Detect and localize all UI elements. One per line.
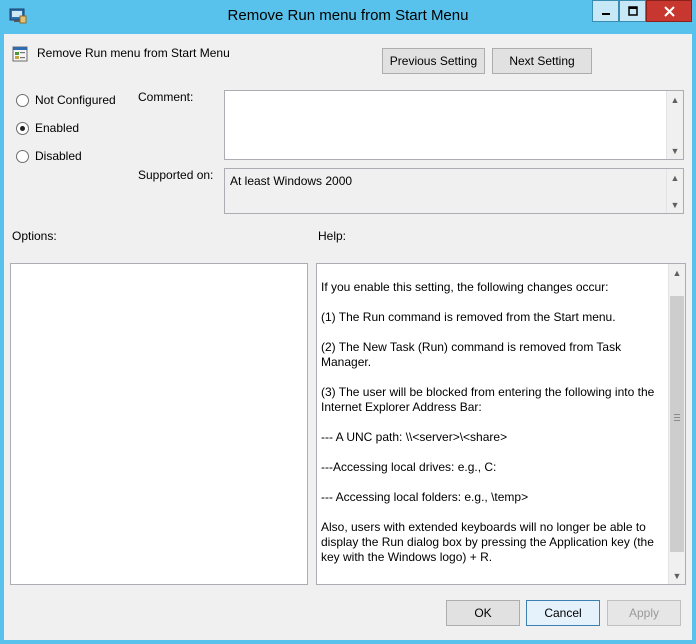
cancel-button[interactable]: Cancel: [526, 600, 600, 626]
options-label: Options:: [12, 229, 57, 243]
close-button[interactable]: [646, 0, 692, 22]
maximize-button[interactable]: [619, 0, 646, 22]
options-panel: [10, 263, 308, 585]
help-paragraph: (3) The user will be blocked from enteri…: [321, 385, 655, 414]
minimize-button[interactable]: [592, 0, 619, 22]
previous-setting-button[interactable]: Previous Setting: [382, 48, 485, 74]
setting-icon: [12, 46, 28, 62]
help-scrollbar[interactable]: ▲ ▼: [668, 264, 685, 584]
scroll-thumb[interactable]: [670, 296, 684, 552]
help-paragraph: If you enable this setting, the followin…: [321, 280, 609, 294]
radio-label: Disabled: [35, 149, 82, 163]
scroll-down-icon[interactable]: ▼: [667, 142, 683, 159]
help-label: Help:: [318, 229, 347, 243]
apply-button[interactable]: Apply: [607, 600, 681, 626]
help-text: If you enable this setting, the followin…: [321, 280, 661, 580]
help-panel: If you enable this setting, the followin…: [316, 263, 686, 585]
close-icon: [663, 5, 675, 17]
supported-scrollbar[interactable]: ▲ ▼: [666, 169, 683, 213]
help-paragraph: (2) The New Task (Run) command is remove…: [321, 340, 622, 369]
comment-scrollbar[interactable]: ▲ ▼: [666, 91, 683, 159]
radio-enabled[interactable]: Enabled: [16, 121, 79, 135]
dialog-window: Remove Run menu from Start Menu Remove R…: [0, 0, 696, 644]
radio-label: Enabled: [35, 121, 80, 135]
help-paragraph: --- A UNC path: \\<server>\<share>: [321, 430, 508, 444]
radio-circle-selected: [16, 121, 29, 135]
comment-textarea[interactable]: ▲ ▼: [224, 90, 684, 160]
help-paragraph: --- Accessing local folders: e.g., \temp…: [321, 490, 529, 504]
title-bar[interactable]: Remove Run menu from Start Menu: [0, 0, 696, 34]
supported-label: Supported on:: [138, 168, 214, 182]
supported-field: At least Windows 2000 ▲ ▼: [224, 168, 684, 214]
radio-label: Not Configured: [35, 93, 116, 107]
help-paragraph: ---Accessing local drives: e.g., C:: [321, 460, 497, 474]
radio-not-configured[interactable]: Not Configured: [16, 93, 116, 107]
minimize-icon: [601, 13, 610, 15]
help-paragraph: Also, users with extended keyboards will…: [321, 520, 654, 564]
radio-disabled[interactable]: Disabled: [16, 149, 82, 163]
scroll-up-icon[interactable]: ▲: [667, 169, 683, 186]
next-setting-button[interactable]: Next Setting: [492, 48, 592, 74]
dialog-body: Remove Run menu from Start Menu Previous…: [4, 34, 692, 640]
help-paragraph: (1) The Run command is removed from the …: [321, 310, 616, 324]
radio-circle: [16, 93, 29, 107]
radio-circle: [16, 149, 29, 163]
scroll-down-icon[interactable]: ▼: [669, 567, 685, 584]
comment-label: Comment:: [138, 90, 194, 104]
radio-selected-dot: [20, 125, 25, 131]
grip-icon: [674, 414, 680, 421]
supported-value: At least Windows 2000: [230, 174, 353, 188]
scroll-up-icon[interactable]: ▲: [669, 264, 685, 281]
setting-name: Remove Run menu from Start Menu: [37, 46, 230, 60]
scroll-up-icon[interactable]: ▲: [667, 91, 683, 108]
ok-button[interactable]: OK: [446, 600, 520, 626]
scroll-down-icon[interactable]: ▼: [667, 196, 683, 213]
maximize-icon: [627, 6, 638, 16]
